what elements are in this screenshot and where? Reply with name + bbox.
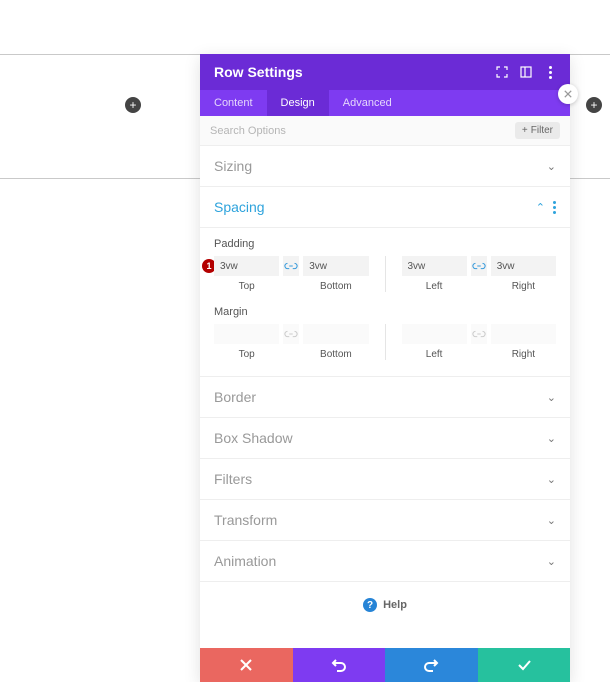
sublabel-left: Left <box>426 349 443 360</box>
expand-icon[interactable] <box>496 66 508 78</box>
modal-footer <box>200 648 570 682</box>
plus-icon: + <box>590 99 597 111</box>
sublabel-left: Left <box>426 281 443 292</box>
link-icon[interactable] <box>471 324 487 344</box>
section-transform[interactable]: Transform ⌄ <box>200 500 570 541</box>
spacing-panel: Padding 1 Top Bottom <box>200 228 570 377</box>
sublabel-right: Right <box>512 349 535 360</box>
margin-label: Margin <box>214 306 556 318</box>
tab-advanced[interactable]: Advanced <box>329 90 406 116</box>
section-border[interactable]: Border ⌄ <box>200 377 570 418</box>
sublabel-bottom: Bottom <box>320 349 352 360</box>
sublabel-bottom: Bottom <box>320 281 352 292</box>
margin-row: Top Bottom Lef <box>214 324 556 360</box>
padding-right-input[interactable] <box>491 256 556 276</box>
section-sizing[interactable]: Sizing ⌄ <box>200 146 570 187</box>
tab-design[interactable]: Design <box>267 90 329 116</box>
section-title: Sizing <box>214 158 252 174</box>
add-module-right-button[interactable]: + <box>586 97 602 113</box>
section-title: Transform <box>214 512 277 528</box>
section-title: Box Shadow <box>214 430 293 446</box>
chevron-up-icon: ⌃ <box>536 201 545 214</box>
tab-bar: Content Design Advanced <box>200 90 570 116</box>
close-options-button[interactable] <box>558 84 578 104</box>
section-animation[interactable]: Animation ⌄ <box>200 541 570 582</box>
snap-icon[interactable] <box>520 66 532 78</box>
link-icon[interactable] <box>283 256 299 276</box>
padding-top-input[interactable] <box>214 256 279 276</box>
margin-left-input[interactable] <box>402 324 467 344</box>
section-title: Spacing <box>214 199 265 215</box>
help-link[interactable]: ? Help <box>200 582 570 648</box>
row-settings-modal: Row Settings Content Design Advanced <box>200 54 570 682</box>
section-box-shadow[interactable]: Box Shadow ⌄ <box>200 418 570 459</box>
padding-label: Padding <box>214 238 556 250</box>
sublabel-right: Right <box>512 281 535 292</box>
margin-right-input[interactable] <box>491 324 556 344</box>
padding-bottom-input[interactable] <box>303 256 368 276</box>
chevron-down-icon: ⌄ <box>547 160 556 173</box>
margin-horizontal-pair: Left Right <box>402 324 557 360</box>
margin-top-input[interactable] <box>214 324 279 344</box>
redo-button[interactable] <box>385 648 478 682</box>
section-title: Animation <box>214 553 276 569</box>
sublabel-top: Top <box>239 281 255 292</box>
chevron-down-icon: ⌄ <box>547 391 556 404</box>
discard-button[interactable] <box>200 648 293 682</box>
sublabel-top: Top <box>239 349 255 360</box>
search-input[interactable]: Search Options <box>210 125 286 137</box>
divider <box>385 256 386 292</box>
margin-bottom-input[interactable] <box>303 324 368 344</box>
margin-vertical-pair: Top Bottom <box>214 324 369 360</box>
section-filters[interactable]: Filters ⌄ <box>200 459 570 500</box>
padding-left-input[interactable] <box>402 256 467 276</box>
chevron-down-icon: ⌄ <box>547 514 556 527</box>
help-label: Help <box>383 599 407 611</box>
filter-label: Filter <box>531 125 553 136</box>
tab-content[interactable]: Content <box>200 90 267 116</box>
divider <box>385 324 386 360</box>
padding-horizontal-pair: Left Right <box>402 256 557 292</box>
modal-header[interactable]: Row Settings <box>200 54 570 90</box>
link-icon[interactable] <box>283 324 299 344</box>
save-button[interactable] <box>478 648 571 682</box>
plus-icon: + <box>522 125 528 136</box>
section-title: Border <box>214 389 256 405</box>
page-canvas: + + Row Settings Content Design Advanced <box>0 0 610 593</box>
search-options-row: Search Options + Filter <box>200 116 570 146</box>
link-icon[interactable] <box>471 256 487 276</box>
help-icon: ? <box>363 598 377 612</box>
section-spacing[interactable]: Spacing ⌃ <box>200 187 570 228</box>
chevron-down-icon: ⌄ <box>547 473 556 486</box>
modal-title: Row Settings <box>214 64 303 80</box>
padding-row: 1 Top Bottom <box>214 256 556 292</box>
section-more-icon[interactable] <box>553 201 556 214</box>
add-module-left-button[interactable]: + <box>125 97 141 113</box>
section-title: Filters <box>214 471 252 487</box>
plus-icon: + <box>129 99 136 111</box>
filter-button[interactable]: + Filter <box>515 122 560 139</box>
chevron-down-icon: ⌄ <box>547 432 556 445</box>
more-menu-icon[interactable] <box>544 66 556 78</box>
padding-vertical-pair: Top Bottom <box>214 256 369 292</box>
chevron-down-icon: ⌄ <box>547 555 556 568</box>
undo-button[interactable] <box>293 648 386 682</box>
header-actions <box>496 66 556 78</box>
